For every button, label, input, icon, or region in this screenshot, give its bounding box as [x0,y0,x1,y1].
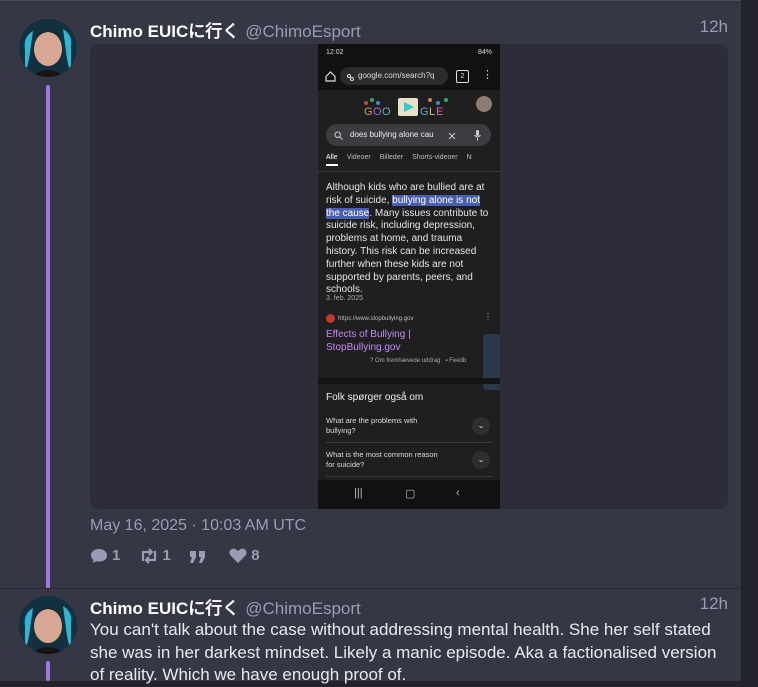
recent-apps-icon: ||| [354,487,363,499]
heart-icon [229,548,247,563]
phone-screenshot: 12:02 84% google.com/search?q 2 ⋮ G O O [318,44,500,509]
svg-text:O: O [373,106,382,118]
svg-text:L: L [429,106,435,118]
divider [326,442,492,443]
comment-icon [91,548,107,563]
snippet-text: . Many issues contribute to suicide risk… [326,207,489,296]
display-name[interactable]: Chimo EUICに行く [90,599,239,618]
user-handle[interactable]: @ChimoEsport [245,22,361,41]
phone-nav-bar: ||| ▢ ‹ [318,480,500,509]
timeline-column: Chimo EUICに行く @ChimoEsport 12h 12:02 84% … [0,0,741,684]
tweet[interactable]: Chimo EUICに行く @ChimoEsport 12h 12:02 84% … [0,1,741,591]
phone-status-bar: 12:02 84% [318,44,500,64]
retweet-icon [141,547,156,564]
search-tab: N [466,154,472,161]
thread-line [46,85,50,589]
feedback-icon: ▪ [445,358,448,364]
quote-button[interactable] [189,550,211,564]
retweet-button[interactable]: 1 [139,547,171,564]
source-url: https://www.stopbullying.gov [338,316,414,322]
featured-snippet: Although kids who are bullied are at ris… [326,182,492,297]
microphone-icon [474,130,481,141]
reply-count: 1 [112,547,121,564]
scrollbar[interactable] [741,0,758,680]
reply-button[interactable]: 1 [90,547,120,564]
search-tab: Videoer [346,154,371,161]
people-also-ask-title: Folk spørger også om [326,392,424,403]
status-time: 12:02 [326,49,344,56]
divider [326,476,492,477]
home-button-icon: ▢ [405,488,416,500]
search-box: does bullying alone cau [326,124,491,146]
divider [318,171,500,172]
help-icon: ? [370,358,374,364]
related-question: What are the problems with bullying? [326,416,418,435]
svg-text:O: O [382,106,391,118]
avatar[interactable] [19,19,77,77]
site-settings-icon [347,74,354,81]
svg-text:G: G [420,106,429,118]
search-tab: Billeder [379,154,404,161]
thread-line [46,661,50,681]
feedback-text: Feedb [449,358,467,364]
home-icon [325,71,336,82]
browser-url-bar: google.com/search?q 2 ⋮ [318,64,500,90]
battery-level: 84% [477,49,492,56]
snippet-date: 3. feb. 2025 [326,295,363,302]
search-tab: Shorts-videoer [412,154,458,161]
section-divider [318,378,500,384]
url-field: google.com/search?q [340,67,448,85]
account-avatar [476,96,492,112]
source-title: Effects of Bullying | StopBullying.gov [326,329,411,353]
chevron-down-icon: ⌄ [472,451,490,469]
featured-note-text: Om fremhævede uddrag [375,358,441,364]
like-button[interactable]: 8 [229,547,260,564]
retweet-count: 1 [162,547,171,564]
tweet-text: You can't talk about the case without ad… [90,620,717,684]
display-name[interactable]: Chimo EUICに行く [90,22,239,41]
kebab-menu-icon: ⋮ [482,69,493,81]
kebab-menu-icon: ⋮ [484,312,492,321]
tweet-time[interactable]: 12h [700,594,728,614]
tweet-time[interactable]: 12h [700,17,728,37]
related-question: What is the most common reason for suici… [326,450,438,469]
tweet[interactable]: Chimo EUICに行く @ChimoEsport 12h You can't … [0,589,741,684]
tweet-stats: 1 1 8 [90,547,274,567]
site-favicon-icon [326,314,335,323]
featured-snippet-note: ? Om fremhævede uddrag ▪ Feedb [370,358,466,364]
search-tab: Alle [326,154,338,166]
attached-image[interactable]: 12:02 84% google.com/search?q 2 ⋮ G O O [90,44,728,509]
like-count: 8 [251,547,260,564]
google-doodle-logo: G O O G L E [364,98,448,118]
clear-icon [448,132,456,140]
back-icon: ‹ [456,487,460,499]
tweet-date[interactable]: May 16, 2025 · 10:03 AM UTC [90,517,306,535]
chevron-down-icon: ⌄ [472,417,490,435]
svg-text:E: E [436,106,443,118]
tweet-header: Chimo EUICに行く @ChimoEsport 12h [90,594,728,618]
quote-icon [190,550,206,563]
tweet-header: Chimo EUICに行く @ChimoEsport 12h [90,17,728,41]
search-icon [334,131,343,140]
svg-text:G: G [364,106,373,118]
avatar[interactable] [19,596,77,654]
user-handle[interactable]: @ChimoEsport [245,599,361,618]
tab-count: 2 [456,70,469,83]
search-results-page: G O O G L E does bullying alone cau Alle… [318,90,500,480]
search-tabs: Alle Videoer Billeder Shorts-videoer N [326,154,498,168]
